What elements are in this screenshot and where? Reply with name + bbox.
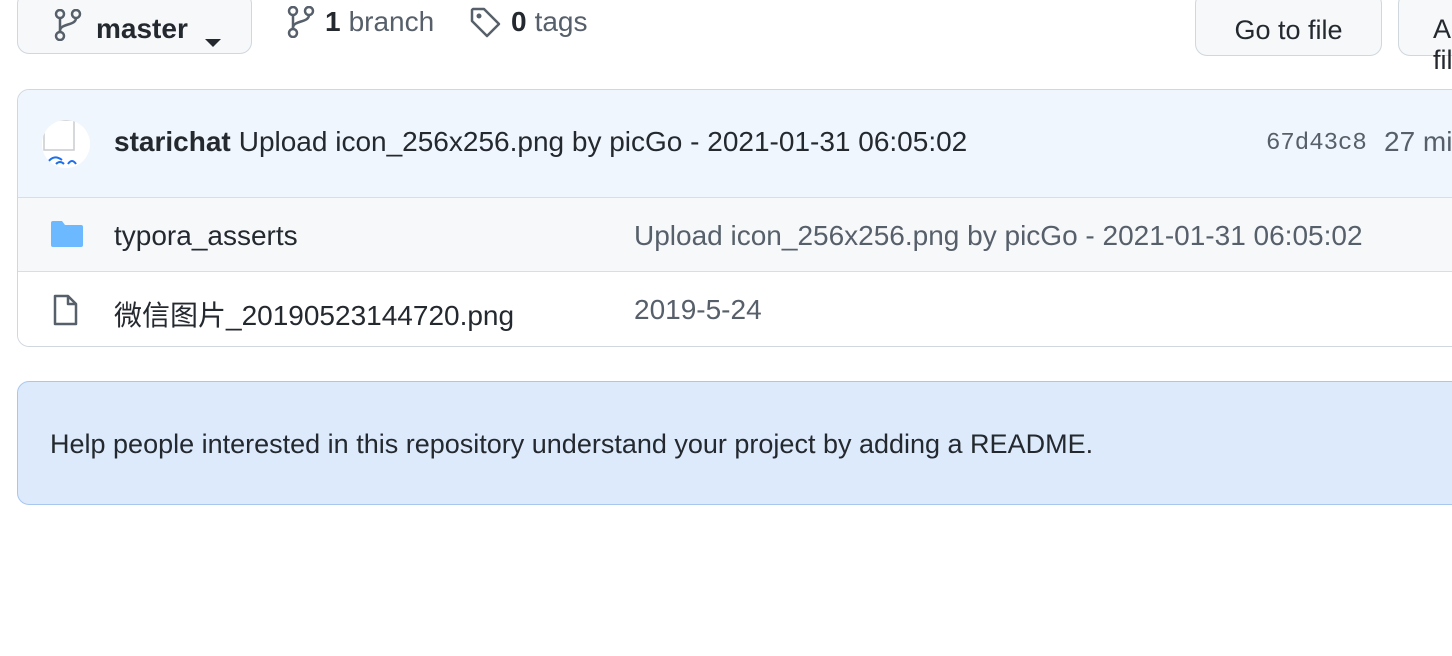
commit-message[interactable]: Upload icon_256x256.png by picGo - 2021-… xyxy=(239,126,968,157)
git-branch-icon xyxy=(287,6,315,38)
commit-author[interactable]: starichat xyxy=(114,126,231,157)
folder-icon xyxy=(50,220,84,253)
chevron-down-icon xyxy=(204,23,222,55)
git-branch-icon xyxy=(54,8,82,48)
branch-select-button[interactable]: master xyxy=(17,0,252,54)
list-item[interactable]: 微信图片_20190523144720.png 2019-5-24 xyxy=(18,272,1452,346)
latest-commit-bar: starichat Upload icon_256x256.png by picG… xyxy=(18,90,1452,198)
readme-prompt-banner: Help people interested in this repositor… xyxy=(17,381,1452,505)
go-to-file-label: Go to file xyxy=(1234,14,1343,45)
file-name[interactable]: typora_asserts xyxy=(114,220,298,252)
branches-link[interactable]: 1 branch xyxy=(287,6,434,38)
file-name[interactable]: 微信图片_20190523144720.png xyxy=(114,294,514,334)
commit-sha[interactable]: 67d43c8 xyxy=(1266,130,1367,157)
file-commit-message[interactable]: Upload icon_256x256.png by picGo - 2021-… xyxy=(634,220,1363,252)
file-icon xyxy=(50,294,80,331)
branch-label: branch xyxy=(348,6,435,37)
go-to-file-button[interactable]: Go to file xyxy=(1195,0,1382,56)
commit-time[interactable]: 27 minutes ago xyxy=(1384,126,1452,158)
file-list: starichat Upload icon_256x256.png by picG… xyxy=(17,89,1452,347)
add-file-button[interactable]: Add file xyxy=(1398,0,1452,75)
readme-prompt-text: Help people interested in this repositor… xyxy=(50,429,1094,459)
repo-file-browser: master 1 branch 0 tags Go to file A fil … xyxy=(0,0,1452,656)
branch-count: 1 xyxy=(325,6,341,37)
commit-summary: starichat Upload icon_256x256.png by picG… xyxy=(114,126,967,158)
list-item[interactable]: typora_asserts Upload icon_256x256.png b… xyxy=(18,198,1452,272)
avatar[interactable] xyxy=(42,120,90,168)
branch-name: master xyxy=(96,13,188,44)
add-file-label: Add file xyxy=(1433,14,1452,75)
tags-link[interactable]: 0 tags xyxy=(469,6,588,38)
tag-count: 0 xyxy=(511,6,527,37)
tag-icon xyxy=(469,6,501,38)
tag-label: tags xyxy=(534,6,588,37)
file-commit-message[interactable]: 2019-5-24 xyxy=(634,294,762,326)
